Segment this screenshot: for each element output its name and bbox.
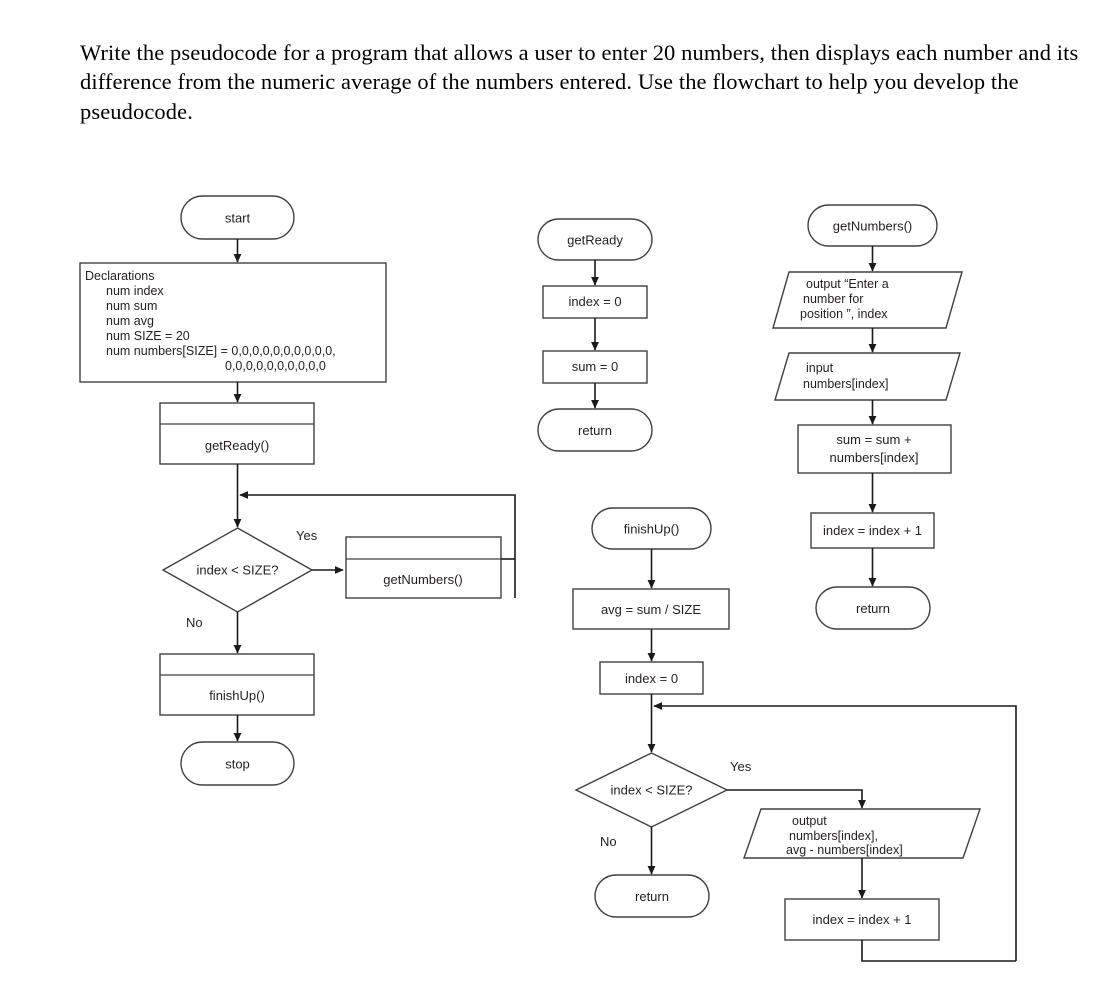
finishup-increment-box: index = index + 1 [784,898,940,941]
main-declarations-box: Declarations num index num sum num avg n… [79,262,387,383]
main-getready-label: getReady() [205,438,269,453]
getnumbers-sum-box: sum = sum + numbers[index] [797,424,952,474]
getready-return-terminator: return [537,408,653,452]
getready-index-label: index = 0 [568,294,621,309]
main-getnumbers-module-box: getNumbers() [345,536,502,599]
declarations-line-2: num avg [106,314,154,328]
connector-finishup-yes-to-output [727,789,866,809]
declarations-line-5: 0,0,0,0,0,0,0,0,0,0 [225,359,326,373]
finishup-output-line-1: numbers[index], [789,829,878,843]
finishup-decision-label: index < SIZE? [610,783,692,798]
declarations-line-3: num SIZE = 20 [106,329,190,343]
finishup-avg-box: avg = sum / SIZE [572,588,730,630]
getnumbers-return-terminator: return [815,586,931,630]
main-finishup-module-box: finishUp() [159,653,315,716]
declarations-line-1: num sum [106,299,157,313]
finishup-title-label: finishUp() [624,522,680,537]
finishup-decision-no-label: No [600,834,617,849]
getnumbers-output-parallelogram: output “Enter a number for position ”, i… [772,271,963,329]
getnumbers-input-line-0: input [806,361,834,375]
finishup-increment-label: index = index + 1 [812,912,911,927]
getnumbers-sum-line-1: numbers[index] [830,450,919,465]
declarations-line-0: num index [106,284,164,298]
getnumbers-start-terminator: getNumbers() [807,204,938,247]
finishup-index-label: index = 0 [625,671,678,686]
getnumbers-return-label: return [856,601,890,616]
getnumbers-title-label: getNumbers() [833,219,912,234]
main-decision-no-label: No [186,615,203,630]
main-stop-label: stop [225,757,250,772]
getnumbers-sum-line-0: sum = sum + [836,432,911,447]
main-getready-module-box: getReady() [159,402,315,465]
getready-return-label: return [578,423,612,438]
finishup-output-parallelogram: output numbers[index], avg - numbers[ind… [743,808,981,859]
main-start-label: start [225,211,251,226]
declarations-header: Declarations [85,269,154,283]
main-decision-label: index < SIZE? [196,563,278,578]
getnumbers-input-parallelogram: input numbers[index] [774,352,961,401]
main-stop-terminator: stop [180,741,295,786]
finishup-start-terminator: finishUp() [591,507,712,550]
finishup-decision-yes-label: Yes [730,759,752,774]
finishup-index-box: index = 0 [599,661,704,695]
finishup-output-line-0: output [792,814,827,828]
finishup-avg-label: avg = sum / SIZE [601,602,701,617]
flowchart-page: Write the pseudocode for a program that … [0,0,1116,981]
connector-finishup-increment-exit [861,940,1016,962]
getnumbers-output-line-0: output “Enter a [806,277,889,291]
getready-start-terminator: getReady [537,218,653,261]
finishup-return-label: return [635,889,669,904]
getready-sum-box: sum = 0 [542,350,648,384]
flowchart-canvas: start Declarations num index num sum num… [79,195,1017,962]
finishup-output-line-2: avg - numbers[index] [786,843,903,857]
getready-title-label: getReady [567,233,623,248]
declarations-line-4: num numbers[SIZE] = 0,0,0,0,0,0,0,0,0,0, [106,344,336,358]
getnumbers-output-line-2: position ”, index [800,307,888,321]
main-decision-diamond: index < SIZE? [161,527,314,613]
getnumbers-increment-box: index = index + 1 [810,512,935,549]
finishup-return-terminator: return [594,874,710,918]
getnumbers-output-line-1: number for [803,292,863,306]
getready-index-box: index = 0 [542,285,648,319]
finishup-decision-diamond: index < SIZE? [574,752,729,828]
main-start-terminator: start [180,195,295,240]
getready-sum-label: sum = 0 [572,359,619,374]
getnumbers-increment-label: index = index + 1 [823,523,922,538]
getnumbers-input-line-1: numbers[index] [803,377,888,391]
main-finishup-label: finishUp() [209,688,265,703]
main-getnumbers-label: getNumbers() [383,572,462,587]
main-decision-yes-label: Yes [296,528,318,543]
